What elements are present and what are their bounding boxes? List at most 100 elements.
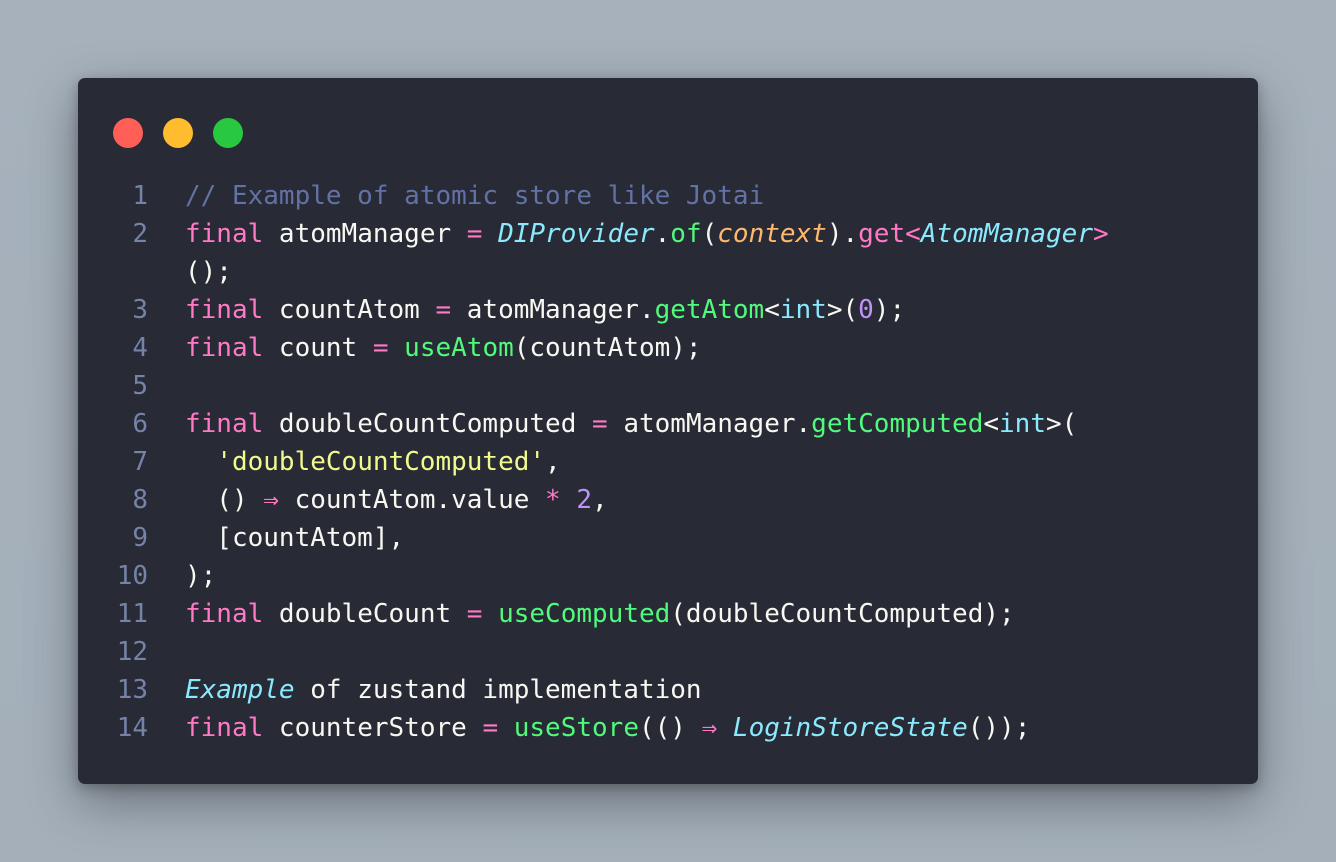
code-token: useAtom — [404, 333, 514, 363]
code-window: 1 // Example of atomic store like Jotai 2 f… — [78, 78, 1258, 784]
code-token: () — [185, 485, 264, 515]
code-token: doubleCountComputed — [263, 409, 593, 439]
code-token: (() — [638, 713, 702, 743]
code-line: 13 Example of zustand implementation — [78, 671, 1258, 709]
code-block: 1 // Example of atomic store like Jotai 2 f… — [78, 177, 1258, 747]
code-token: final — [185, 295, 264, 325]
code-token: final — [185, 409, 264, 439]
code-token: final — [185, 219, 264, 249]
code-token: final — [185, 333, 264, 363]
code-token: of — [670, 219, 702, 249]
code-line: 12 — [78, 633, 1258, 671]
line-source: final count = useAtom(countAtom); — [185, 329, 702, 367]
line-number: 2 — [132, 219, 148, 249]
code-token: 2 — [576, 485, 593, 515]
code-token: atomManager. — [607, 409, 812, 439]
line-source: (); — [185, 253, 232, 291]
line-number: 9 — [132, 523, 148, 553]
code-token: (doubleCountComputed); — [670, 599, 1015, 629]
code-token: = — [482, 713, 499, 743]
code-token: count — [263, 333, 373, 363]
code-line: 11 final doubleCount = useComputed(double… — [78, 595, 1258, 633]
code-token: Example — [185, 675, 295, 705]
line-source: final atomManager = DIProvider.of(contex… — [185, 215, 1109, 253]
code-token: ()); — [967, 713, 1031, 743]
line-source: final countAtom = atomManager.getAtom<in… — [185, 291, 905, 329]
code-token: < — [905, 219, 921, 249]
code-token: 0 — [858, 295, 874, 325]
code-token: DIProvider — [498, 219, 655, 249]
code-token: atomManager. — [451, 295, 655, 325]
code-token: ); — [185, 561, 217, 591]
code-token: countAtom.value — [278, 485, 546, 515]
code-line: 6 final doubleCountComputed = atomManager… — [78, 405, 1258, 443]
code-line: 7 'doubleCountComputed', — [78, 443, 1258, 481]
code-line: 2 final atomManager = DIProvider.of(conte… — [78, 215, 1258, 253]
code-line: 14 final counterStore = useStore(() ⇒ Log… — [78, 709, 1258, 747]
line-source: final doubleCount = useComputed(doubleCo… — [185, 595, 1015, 633]
code-token: (); — [185, 257, 232, 287]
close-button[interactable] — [113, 118, 143, 148]
line-number — [78, 253, 148, 291]
code-token: ); — [873, 295, 906, 325]
code-token: counterStore — [263, 713, 483, 743]
code-token: ⇒ — [263, 485, 279, 515]
code-token: < — [983, 409, 1000, 439]
code-token: int — [779, 295, 827, 325]
code-token: = — [592, 409, 608, 439]
code-token: ( — [701, 219, 718, 249]
code-line: 1 // Example of atomic store like Jotai — [78, 177, 1258, 215]
code-token: = — [435, 295, 452, 325]
code-token: = — [466, 599, 483, 629]
code-token: < — [764, 295, 780, 325]
code-token: 'doubleCountComputed' — [216, 447, 546, 477]
code-token: // Example of atomic store like Jotai — [185, 181, 765, 211]
line-number: 10 — [116, 561, 148, 591]
line-source: () ⇒ countAtom.value * 2, — [185, 481, 608, 519]
code-token: . — [654, 219, 671, 249]
code-token: , — [545, 447, 561, 477]
code-line: 10); — [78, 557, 1258, 595]
code-token: = — [372, 333, 389, 363]
code-line: 9 [countAtom], — [78, 519, 1258, 557]
line-source: [countAtom], — [185, 519, 404, 557]
code-token: AtomManager — [920, 219, 1093, 249]
line-number: 5 — [132, 371, 148, 401]
line-source: Example of zustand implementation — [185, 671, 702, 709]
window-controls — [113, 118, 243, 148]
code-line: 5 — [78, 367, 1258, 405]
code-token: doubleCount — [263, 599, 467, 629]
line-number: 6 — [132, 409, 148, 439]
code-token: [countAtom], — [185, 523, 405, 553]
line-number: 8 — [132, 485, 148, 515]
code-token: >( — [1045, 409, 1078, 439]
code-token: , — [592, 485, 608, 515]
code-token: * — [545, 485, 561, 515]
line-number: 13 — [116, 675, 148, 705]
line-number: 12 — [116, 637, 148, 667]
line-source: ); — [185, 557, 216, 595]
code-line: 8 () ⇒ countAtom.value * 2, — [78, 481, 1258, 519]
code-token: useComputed — [498, 599, 671, 629]
code-token: ⇒ — [701, 713, 718, 743]
line-source: // Example of atomic store like Jotai — [185, 177, 764, 215]
line-source: final doubleCountComputed = atomManager.… — [185, 405, 1077, 443]
code-line: 3 final countAtom = atomManager.getAtom<i… — [78, 291, 1258, 329]
maximize-button[interactable] — [213, 118, 243, 148]
code-line: 4 final count = useAtom(countAtom); — [78, 329, 1258, 367]
code-token: LoginStoreState — [732, 713, 968, 743]
code-token: final — [185, 599, 264, 629]
line-source: 'doubleCountComputed', — [185, 443, 561, 481]
code-token: final — [185, 713, 264, 743]
minimize-button[interactable] — [163, 118, 193, 148]
line-number: 11 — [116, 599, 148, 629]
line-source: final counterStore = useStore(() ⇒ Login… — [185, 709, 1030, 747]
code-token: ). — [826, 219, 859, 249]
code-token: useStore — [513, 713, 639, 743]
